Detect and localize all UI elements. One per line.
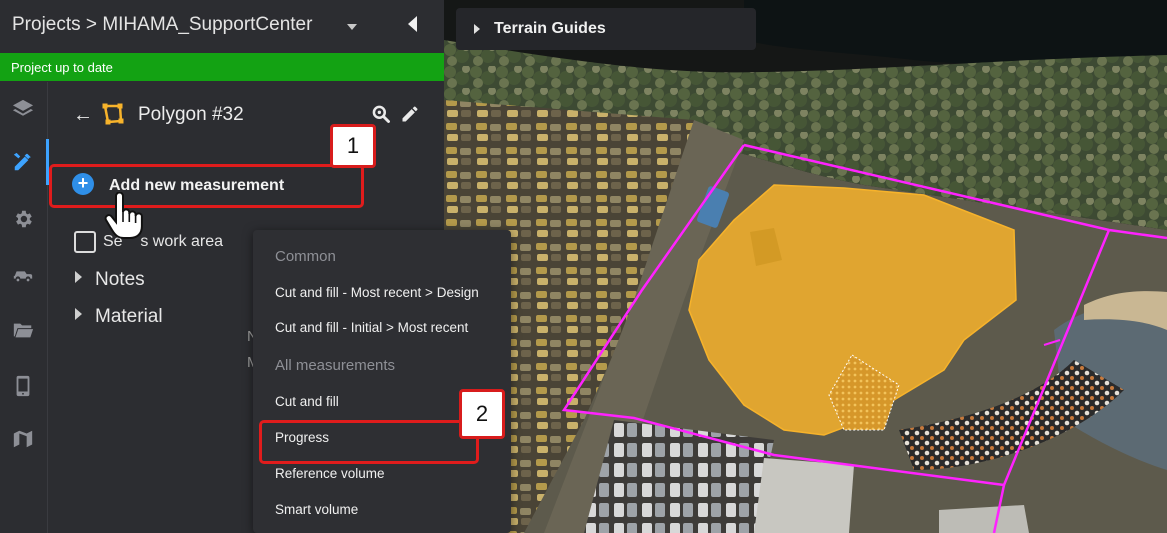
back-arrow-icon[interactable]: ← [73, 104, 93, 127]
tree-item-notes[interactable]: Notes [75, 269, 145, 291]
expand-caret-icon[interactable] [75, 308, 82, 320]
folder-icon[interactable] [0, 307, 46, 353]
zoom-to-icon[interactable] [371, 104, 391, 124]
polygon-title: Polygon #32 [138, 104, 244, 125]
edit-pencil-icon[interactable] [400, 104, 420, 124]
hand-pointer-icon [104, 192, 143, 239]
measure-tools-icon[interactable] [0, 139, 46, 185]
menu-section-all: All measurements [275, 357, 396, 374]
settings-icon[interactable] [0, 196, 46, 242]
mobile-icon[interactable] [0, 363, 46, 409]
project-name[interactable]: MIHAMA_SupportCenter [102, 14, 312, 35]
menu-item-cut-fill-recent-design[interactable]: Cut and fill - Most recent > Design [253, 276, 511, 310]
breadcrumb[interactable]: Projects > MIHAMA_SupportCenter [12, 14, 312, 36]
work-area-checkbox[interactable] [74, 231, 96, 253]
layers-icon[interactable] [0, 86, 46, 132]
collapse-panel-icon[interactable] [408, 16, 417, 32]
expand-caret-icon[interactable] [75, 271, 82, 283]
tree-item-material[interactable]: Material [75, 306, 163, 328]
step-badge-2: 2 [459, 389, 505, 439]
menu-item-smart-volume[interactable]: Smart volume [253, 493, 511, 527]
add-plus-icon[interactable]: + [72, 173, 94, 195]
tree-item-label: Notes [95, 269, 145, 290]
menu-section-common: Common [275, 248, 336, 265]
vehicle-icon[interactable] [0, 252, 46, 298]
measurement-type-menu: Common Cut and fill - Most recent > Desi… [253, 230, 511, 533]
project-dropdown-icon[interactable] [347, 24, 357, 30]
menu-item-cut-fill-initial-recent[interactable]: Cut and fill - Initial > Most recent [253, 311, 511, 345]
terrain-guides-toggle[interactable]: Terrain Guides [456, 8, 756, 50]
icon-rail [0, 82, 49, 533]
progress-highlight [259, 420, 479, 464]
breadcrumb-separator: > [85, 14, 98, 35]
breadcrumb-projects[interactable]: Projects [12, 14, 81, 35]
expand-caret-icon[interactable] [474, 24, 480, 34]
step-badge-1: 1 [330, 124, 376, 168]
aerial-scene [444, 0, 1167, 533]
map-viewport[interactable] [444, 0, 1167, 533]
status-bar: Project up to date [0, 53, 444, 81]
polygon-icon [102, 103, 124, 125]
tree-item-label: Material [95, 306, 163, 327]
status-text: Project up to date [11, 60, 113, 75]
project-header: Projects > MIHAMA_SupportCenter [0, 0, 444, 52]
terrain-guides-label[interactable]: Terrain Guides [494, 20, 606, 38]
map-icon[interactable] [0, 416, 46, 462]
